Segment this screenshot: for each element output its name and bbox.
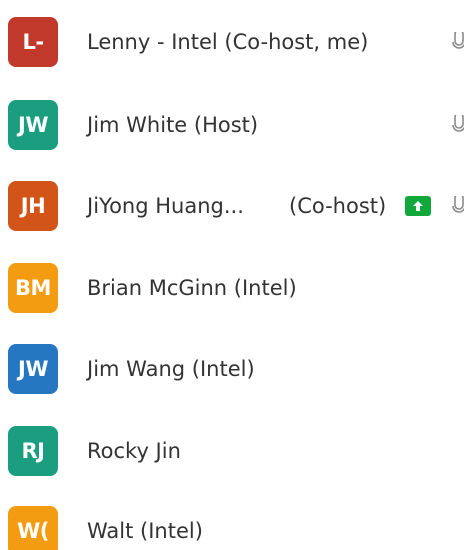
participant-name: Jim Wang (Intel) xyxy=(87,357,255,381)
participant-row[interactable]: JW Jim White (Host) xyxy=(0,95,464,155)
participant-name: Lenny - Intel (Co-host, me) xyxy=(87,30,369,54)
participant-row[interactable]: JW Jim Wang (Intel) xyxy=(0,339,464,399)
avatar: JH xyxy=(8,181,58,231)
avatar: RJ xyxy=(8,426,58,476)
participant-name: Jim White (Host) xyxy=(87,113,259,137)
microphone-icon[interactable] xyxy=(452,196,464,216)
participant-row[interactable]: W( Walt (Intel) xyxy=(0,501,464,550)
participant-role: (Co-host) xyxy=(289,194,387,218)
participant-name: JiYong Huang... xyxy=(87,194,244,218)
avatar: JW xyxy=(8,344,58,394)
participant-row[interactable]: JH JiYong Huang... (Co-host) xyxy=(0,176,464,236)
avatar: JW xyxy=(8,100,58,150)
participant-row[interactable]: RJ Rocky Jin xyxy=(0,421,464,481)
microphone-icon[interactable] xyxy=(452,32,464,52)
participant-row[interactable]: L- Lenny - Intel (Co-host, me) xyxy=(0,12,464,72)
avatar: BM xyxy=(8,263,58,313)
screen-share-badge[interactable] xyxy=(405,196,431,216)
participant-name: Rocky Jin xyxy=(87,439,181,463)
avatar: L- xyxy=(8,17,58,67)
arrow-up-icon xyxy=(413,201,423,211)
participant-list: L- Lenny - Intel (Co-host, me) JW Jim Wh… xyxy=(0,0,464,550)
microphone-icon[interactable] xyxy=(452,115,464,135)
participant-name: Brian McGinn (Intel) xyxy=(87,276,297,300)
participant-row[interactable]: BM Brian McGinn (Intel) xyxy=(0,258,464,318)
avatar: W( xyxy=(8,506,58,550)
participant-name: Walt (Intel) xyxy=(87,519,203,543)
